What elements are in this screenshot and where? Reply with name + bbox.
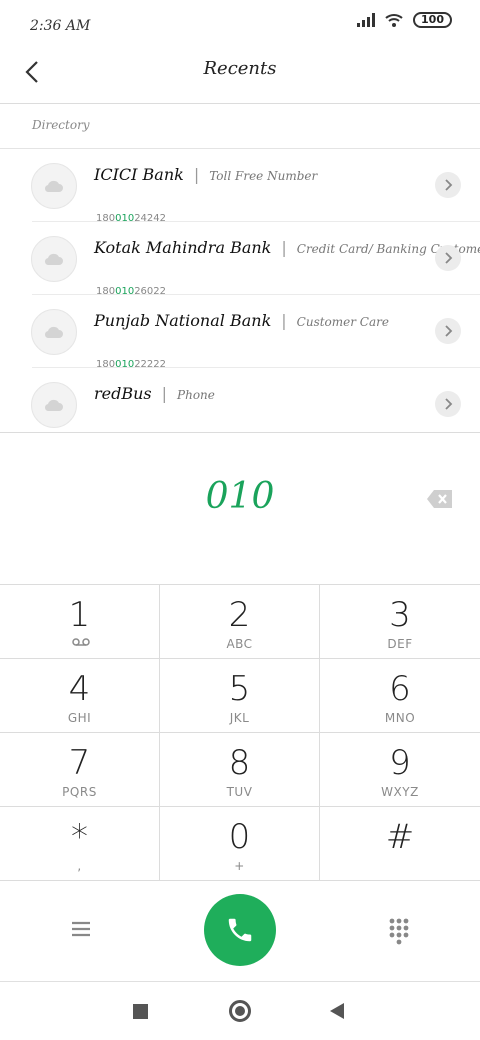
back-nav-icon[interactable] <box>330 1003 344 1019</box>
result-name: ICICI Bank <box>94 165 184 184</box>
key-digit: 9 <box>389 743 411 783</box>
key-letters: WXYZ <box>381 785 419 799</box>
pipe-separator: | <box>281 311 287 330</box>
directory-label: Directory <box>32 118 90 132</box>
key-digit: 1 <box>68 595 91 635</box>
key-digit: 5 <box>228 669 251 709</box>
key-digit: 4 <box>68 669 91 709</box>
menu-button[interactable] <box>66 914 96 944</box>
key-hash[interactable]: # <box>320 807 480 881</box>
key-0[interactable]: 0 + <box>160 807 320 881</box>
page-title: Recents <box>203 58 277 79</box>
cloud-icon <box>44 253 63 266</box>
result-title: Punjab National Bank | Customer Care <box>94 311 389 330</box>
result-type: Toll Free Number <box>209 169 318 183</box>
list-item[interactable]: Punjab National Bank | Customer Care 18001… <box>0 295 480 370</box>
avatar <box>31 163 77 209</box>
key-letters: MNO <box>384 711 416 725</box>
call-button[interactable] <box>204 894 276 966</box>
result-type: Phone <box>177 388 215 402</box>
key-8[interactable]: 8 TUV <box>160 733 320 807</box>
keypad-icon[interactable] <box>384 916 414 946</box>
home-nav-icon[interactable] <box>229 1000 251 1022</box>
key-5[interactable]: 5 JKL <box>160 659 320 733</box>
chevron-right-icon <box>445 398 453 410</box>
key-digit: 6 <box>389 669 411 709</box>
key-digit: 2 <box>228 595 251 635</box>
key-digit: 0 <box>228 817 251 857</box>
result-type: Customer Care <box>296 315 389 329</box>
key-letters: PQRS <box>62 785 97 799</box>
list-item[interactable]: redBus | Phone <box>0 368 480 432</box>
cloud-icon <box>44 399 63 412</box>
cloud-icon <box>44 326 63 339</box>
voicemail-icon <box>72 638 90 646</box>
key-7[interactable]: 7 PQRS <box>0 733 160 807</box>
dialer-action-bar <box>0 880 480 982</box>
key-letters: , <box>77 859 82 873</box>
result-name: Kotak Mahindra Bank <box>94 238 272 257</box>
key-letters: + <box>234 859 245 873</box>
pipe-separator: | <box>281 238 287 257</box>
app-header: Recents <box>0 44 480 104</box>
key-2[interactable]: 2 ABC <box>160 585 320 659</box>
list-item[interactable]: Kotak Mahindra Bank | Credit Card/ Banking… <box>0 222 480 297</box>
details-button[interactable] <box>435 172 461 198</box>
recents-nav-icon[interactable] <box>133 1004 148 1019</box>
chevron-right-icon <box>445 325 453 337</box>
key-3[interactable]: 3 DEF <box>320 585 480 659</box>
result-title: ICICI Bank | Toll Free Number <box>94 165 317 184</box>
key-digit: # <box>385 817 415 857</box>
key-letters: JKL <box>229 711 250 725</box>
menu-icon <box>72 921 90 937</box>
key-star[interactable]: * , <box>0 807 160 881</box>
avatar <box>31 309 77 355</box>
pipe-separator: | <box>193 165 200 184</box>
key-digit: 8 <box>228 743 251 783</box>
status-time: 2:36 AM <box>30 18 91 34</box>
key-letters: ABC <box>226 637 253 651</box>
key-4[interactable]: 4 GHI <box>0 659 160 733</box>
wifi-icon <box>385 14 403 27</box>
avatar <box>31 236 77 282</box>
details-button[interactable] <box>435 318 461 344</box>
directory-results: ICICI Bank | Toll Free Number 18001024242 … <box>0 149 480 433</box>
key-9[interactable]: 9 WXYZ <box>320 733 480 807</box>
key-digit: * <box>71 817 88 857</box>
chevron-right-icon <box>445 179 453 191</box>
status-icons: 100 <box>357 12 452 28</box>
list-item[interactable]: ICICI Bank | Toll Free Number 18001024242 <box>0 149 480 224</box>
avatar <box>31 382 77 428</box>
key-letters: TUV <box>226 785 253 799</box>
key-1[interactable]: 1 <box>0 585 160 659</box>
key-digit: 7 <box>68 743 91 783</box>
result-title: redBus | Phone <box>94 384 215 403</box>
details-button[interactable] <box>435 391 461 417</box>
status-bar: 2:36 AM 100 <box>0 0 480 44</box>
signal-icon <box>357 13 376 27</box>
backspace-icon[interactable] <box>426 488 454 510</box>
key-letters: GHI <box>67 711 92 725</box>
dial-pad: 1 2 ABC 3 DEF 4 GHI 5 JKL 6 MNO 7 PQRS 8… <box>0 584 480 881</box>
cloud-icon <box>44 180 63 193</box>
battery-indicator: 100 <box>413 12 452 28</box>
system-nav-bar <box>0 982 480 1040</box>
key-letters: DEF <box>387 637 413 651</box>
details-button[interactable] <box>435 245 461 271</box>
result-title: Kotak Mahindra Bank | Credit Card/ Banking… <box>94 238 480 257</box>
dialed-number: 010 <box>205 476 275 517</box>
result-name: Punjab National Bank <box>94 311 272 330</box>
result-name: redBus <box>94 384 152 403</box>
phone-icon <box>228 918 252 942</box>
chevron-right-icon <box>445 252 453 264</box>
key-digit: 3 <box>389 595 411 635</box>
pipe-separator: | <box>161 384 168 403</box>
key-6[interactable]: 6 MNO <box>320 659 480 733</box>
